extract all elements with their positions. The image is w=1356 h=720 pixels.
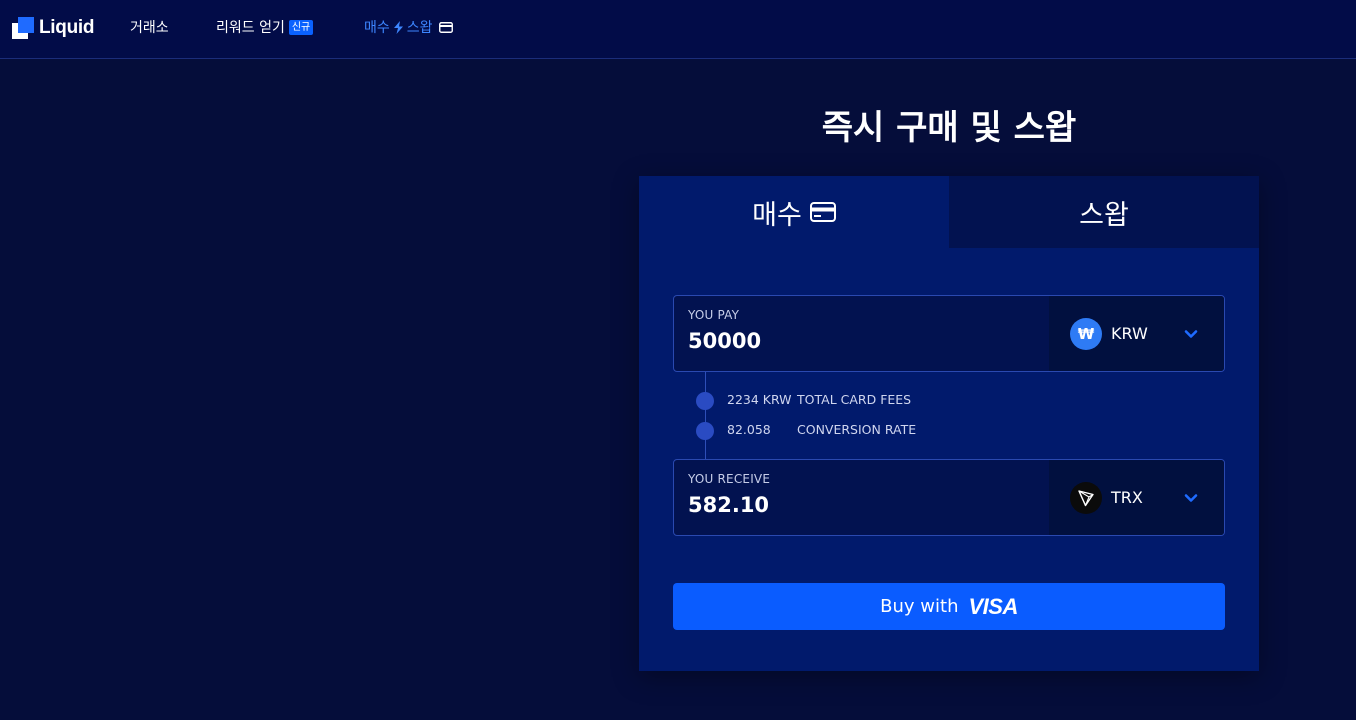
receive-label: YOU RECEIVE bbox=[688, 472, 771, 486]
nav-rewards-label: 리워드 얻기 bbox=[216, 20, 285, 36]
nav-rewards[interactable]: 리워드 얻기 신규 bbox=[216, 17, 314, 37]
tab-swap-label: 스왑 bbox=[1079, 199, 1129, 231]
receive-field: YOU RECEIVE TRX bbox=[673, 459, 1225, 536]
nav-swap-label: 스왑 bbox=[406, 20, 433, 36]
page-title: 즉시 구매 및 스왑 bbox=[821, 108, 1077, 148]
tab-buy[interactable]: 매수 bbox=[639, 176, 949, 248]
pay-field: YOU PAY ₩ KRW bbox=[673, 295, 1225, 372]
conversion-rate-value: 82.058 bbox=[727, 422, 771, 437]
new-badge: 신규 bbox=[288, 19, 314, 35]
lightning-icon bbox=[393, 20, 403, 34]
receive-currency-select[interactable]: TRX bbox=[1049, 460, 1224, 535]
card-fee-label: TOTAL CARD FEES bbox=[797, 392, 912, 407]
nav-exchange[interactable]: 거래소 bbox=[130, 17, 169, 37]
liquid-logo[interactable]: Liquid bbox=[12, 16, 94, 40]
won-symbol: ₩ bbox=[1077, 324, 1095, 343]
logo-text: Liquid bbox=[39, 17, 95, 38]
timeline-dot bbox=[696, 392, 714, 410]
buy-with-visa-button[interactable]: Buy with VISA bbox=[673, 583, 1225, 630]
won-icon: ₩ bbox=[1070, 317, 1102, 350]
pay-amount-area: YOU PAY bbox=[674, 296, 1049, 371]
pay-amount-input[interactable] bbox=[688, 329, 988, 353]
tab-buy-label: 매수 bbox=[752, 199, 802, 231]
conversion-rate-row: 82.058 CONVERSION RATE bbox=[727, 422, 916, 437]
top-nav: Liquid 거래소 리워드 얻기 신규 매수 스왑 bbox=[0, 0, 1356, 59]
receive-currency-code: TRX bbox=[1111, 488, 1143, 507]
visa-logo: VISA bbox=[968, 593, 1018, 619]
credit-card-icon bbox=[809, 202, 836, 222]
pay-currency-code: KRW bbox=[1111, 324, 1148, 343]
nav-buy-swap[interactable]: 매수 스왑 bbox=[364, 17, 453, 37]
timeline-line bbox=[705, 372, 706, 460]
liquid-logo-icon bbox=[12, 17, 34, 39]
tab-bar: 매수 스왑 bbox=[639, 176, 1259, 248]
pay-currency-select[interactable]: ₩ KRW bbox=[1049, 296, 1224, 371]
tron-logo bbox=[1078, 489, 1094, 506]
card-fee-value: 2234 KRW bbox=[727, 392, 792, 407]
card-fee-row: 2234 KRW TOTAL CARD FEES bbox=[727, 392, 911, 407]
pay-label: YOU PAY bbox=[688, 308, 740, 322]
tab-swap[interactable]: 스왑 bbox=[949, 176, 1259, 248]
chevron-down-icon bbox=[1184, 329, 1198, 338]
nav-exchange-label: 거래소 bbox=[130, 20, 169, 36]
timeline-dot bbox=[696, 422, 714, 440]
nav-buy-label: 매수 bbox=[364, 20, 390, 36]
buy-button-label: Buy with bbox=[880, 596, 959, 617]
chevron-down-icon bbox=[1184, 493, 1198, 502]
conversion-rate-label: CONVERSION RATE bbox=[797, 422, 917, 437]
receive-amount-input[interactable] bbox=[688, 493, 988, 517]
receive-amount-area: YOU RECEIVE bbox=[674, 460, 1049, 535]
card-icon bbox=[438, 21, 453, 33]
buy-swap-card: 매수 스왑 YOU PAY ₩ KRW bbox=[639, 176, 1259, 671]
tron-icon bbox=[1070, 481, 1102, 514]
